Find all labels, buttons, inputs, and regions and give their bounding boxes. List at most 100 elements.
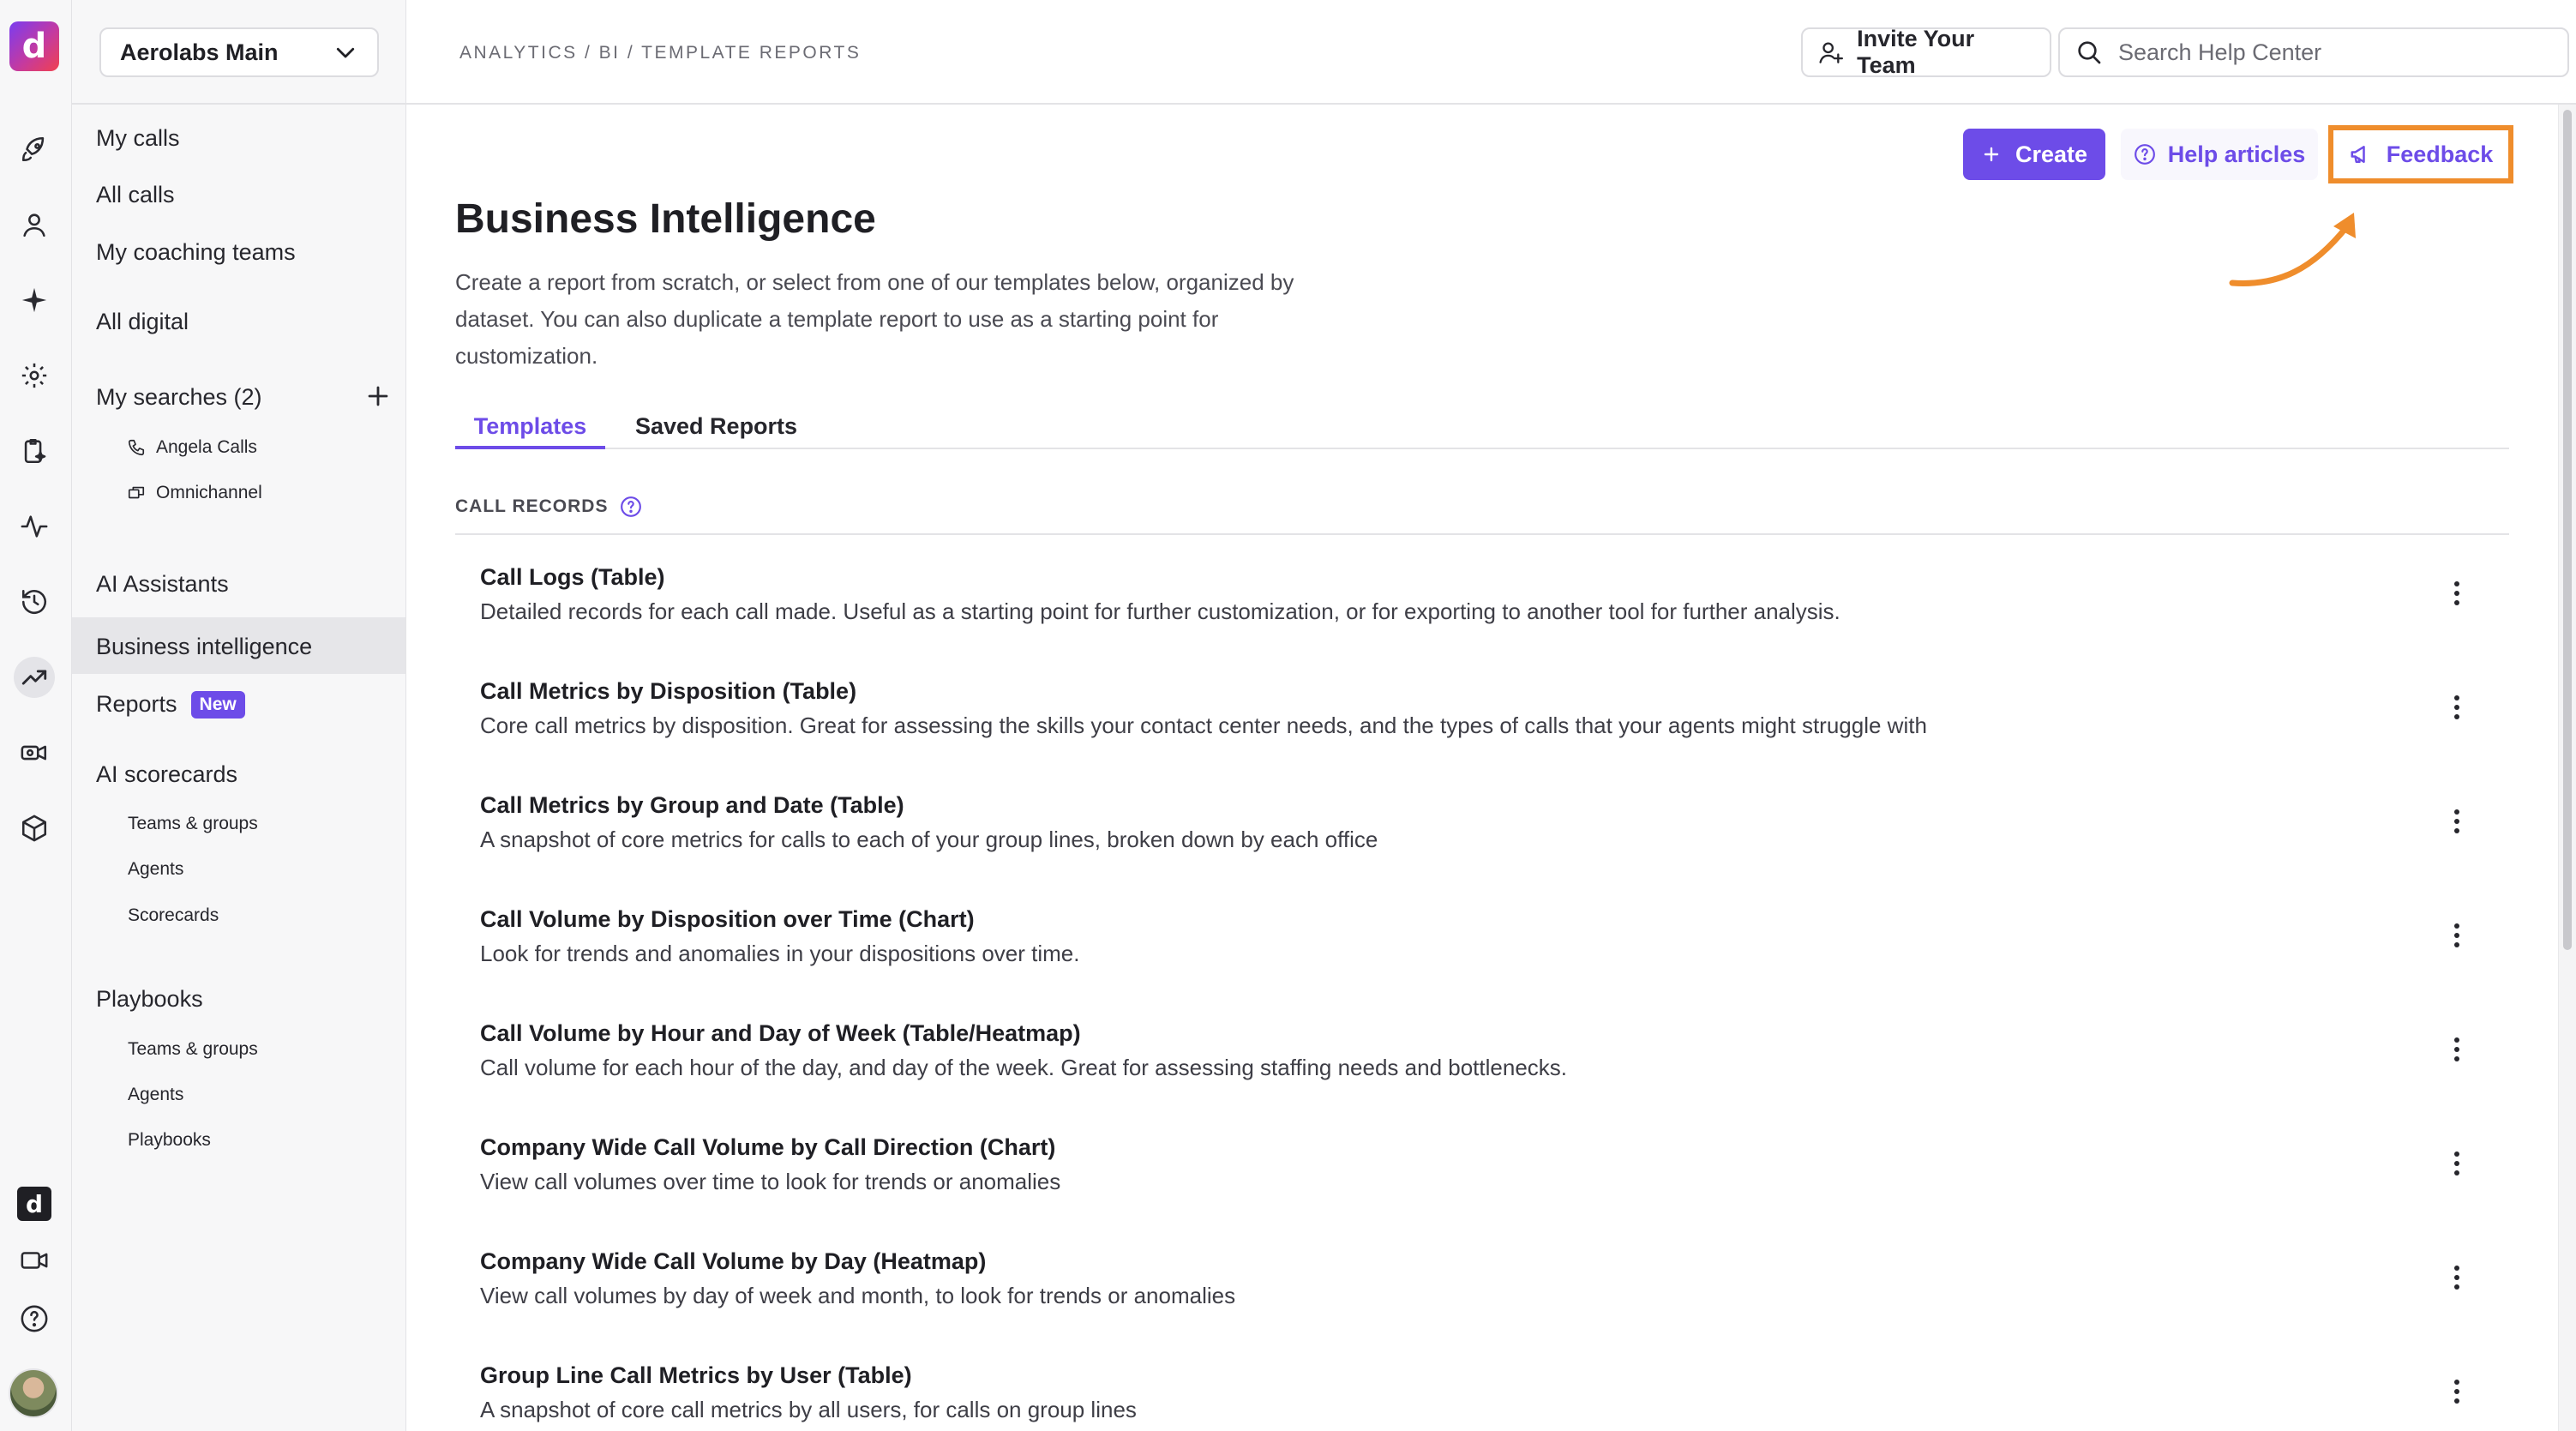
chevron-down-icon xyxy=(336,47,355,58)
workspace-name: Aerolabs Main xyxy=(120,39,279,65)
page-description: Create a report from scratch, or select … xyxy=(455,269,1294,369)
saved-search-label: Angela Calls xyxy=(156,437,257,457)
gear-icon[interactable] xyxy=(14,355,55,396)
more-options-icon[interactable] xyxy=(2448,1146,2465,1181)
main-content: Create Help articles Feedback Business I… xyxy=(406,105,2558,1431)
sidebar-item-scorecards-scorecards[interactable]: Scorecards xyxy=(128,905,219,926)
rocket-icon[interactable] xyxy=(14,129,55,170)
trending-up-icon[interactable] xyxy=(14,657,55,698)
create-button[interactable]: Create xyxy=(1963,129,2105,180)
sidebar-item-my-searches[interactable]: My searches (2) xyxy=(96,384,262,411)
tab-templates[interactable]: Templates xyxy=(455,413,605,449)
report-row[interactable]: Call Logs (Table) Detailed records for e… xyxy=(480,564,2486,667)
more-options-icon[interactable] xyxy=(2448,1374,2465,1409)
report-title[interactable]: Company Wide Call Volume by Day (Heatmap… xyxy=(480,1248,986,1275)
page-title: Business Intelligence xyxy=(455,196,876,242)
search-icon xyxy=(2078,41,2101,64)
help-icon[interactable] xyxy=(14,1298,55,1339)
create-label: Create xyxy=(2015,141,2088,167)
report-title[interactable]: Call Logs (Table) xyxy=(480,564,665,591)
report-row[interactable]: Group Line Call Metrics by User (Table) … xyxy=(480,1362,2486,1431)
video-ai-icon[interactable] xyxy=(14,732,55,773)
report-title[interactable]: Call Metrics by Group and Date (Table) xyxy=(480,792,904,819)
sidebar-item-playbooks[interactable]: Playbooks xyxy=(96,986,203,1013)
more-options-icon[interactable] xyxy=(2448,690,2465,725)
report-title[interactable]: Call Volume by Hour and Day of Week (Tab… xyxy=(480,1020,1081,1047)
sidebar-item-playbooks-teams-groups[interactable]: Teams & groups xyxy=(128,1039,258,1060)
video-icon[interactable] xyxy=(14,1240,55,1281)
report-row[interactable]: Company Wide Call Volume by Call Directi… xyxy=(480,1134,2486,1237)
more-options-icon[interactable] xyxy=(2448,804,2465,839)
report-row[interactable]: Company Wide Call Volume by Day (Heatmap… xyxy=(480,1248,2486,1351)
more-options-icon[interactable] xyxy=(2448,576,2465,610)
report-title[interactable]: Call Metrics by Disposition (Table) xyxy=(480,678,856,705)
saved-search-label: Omnichannel xyxy=(156,483,262,502)
avatar[interactable] xyxy=(9,1368,58,1418)
sidebar-item-ai-assistants[interactable]: AI Assistants xyxy=(96,571,229,598)
section-heading: CALL RECORDS xyxy=(455,496,642,518)
sidebar-item-playbooks-agents[interactable]: Agents xyxy=(128,1085,183,1105)
cube-icon[interactable] xyxy=(14,808,55,849)
tab-saved-reports[interactable]: Saved Reports xyxy=(635,413,797,449)
person-icon[interactable] xyxy=(14,204,55,245)
more-options-icon[interactable] xyxy=(2448,1260,2465,1295)
sidebar-item-label: Reports xyxy=(96,691,177,717)
report-row[interactable]: Call Metrics by Disposition (Table) Core… xyxy=(480,678,2486,781)
report-row[interactable]: Call Volume by Hour and Day of Week (Tab… xyxy=(480,1020,2486,1123)
sidebar-item-scorecards-teams-groups[interactable]: Teams & groups xyxy=(128,814,258,834)
workspace-selector[interactable]: Aerolabs Main xyxy=(99,27,379,77)
top-header: ANALYTICS / BI / TEMPLATE REPORTS Invite… xyxy=(406,0,2576,105)
help-circle-icon xyxy=(2134,144,2155,165)
report-title[interactable]: Group Line Call Metrics by User (Table) xyxy=(480,1362,912,1389)
invite-team-label: Invite Your Team xyxy=(1857,26,1975,78)
sparkle-icon[interactable] xyxy=(14,280,55,321)
app-logo[interactable]: d xyxy=(9,21,59,71)
breadcrumb: ANALYTICS / BI / TEMPLATE REPORTS xyxy=(459,43,862,63)
sidebar-item-playbooks-playbooks[interactable]: Playbooks xyxy=(128,1130,211,1151)
report-row[interactable]: Call Volume by Disposition over Time (Ch… xyxy=(480,906,2486,1009)
search-input[interactable] xyxy=(2118,39,2530,66)
feedback-label: Feedback xyxy=(2386,141,2494,167)
report-title[interactable]: Call Volume by Disposition over Time (Ch… xyxy=(480,906,975,933)
app-window: d d Aerolabs Main My calls All calls My … xyxy=(0,0,2576,1431)
sidebar-item-all-calls[interactable]: All calls xyxy=(96,182,175,208)
plus-icon xyxy=(1984,147,1999,162)
new-badge: New xyxy=(190,691,245,719)
report-description: A snapshot of core metrics for calls to … xyxy=(480,827,1378,852)
dialpad-logo-icon[interactable]: d xyxy=(17,1187,51,1221)
sidebar-item-reports[interactable]: Reports New xyxy=(96,691,245,719)
sidebar-item-scorecards-agents[interactable]: Agents xyxy=(128,859,183,880)
section-divider xyxy=(455,533,2509,535)
section-label: CALL RECORDS xyxy=(455,496,609,516)
report-description: Detailed records for each call made. Use… xyxy=(480,598,1840,624)
saved-search-angela-calls[interactable]: Angela Calls xyxy=(127,437,257,458)
help-search[interactable] xyxy=(2058,27,2569,77)
sidebar-item-ai-scorecards[interactable]: AI scorecards xyxy=(96,761,237,788)
activity-icon[interactable] xyxy=(14,506,55,547)
nav-divider xyxy=(72,103,406,105)
annotation-arrow-icon xyxy=(2229,213,2356,286)
report-row[interactable]: Call Metrics by Group and Date (Table) A… xyxy=(480,792,2486,895)
invite-team-button[interactable]: Invite Your Team xyxy=(1801,26,2051,78)
add-user-icon xyxy=(1819,42,1844,63)
sidebar-item-my-calls[interactable]: My calls xyxy=(96,125,180,152)
report-description: View call volumes by day of week and mon… xyxy=(480,1283,1236,1308)
history-icon[interactable] xyxy=(14,581,55,622)
icon-rail: d d xyxy=(0,0,72,1431)
sidebar-item-all-digital[interactable]: All digital xyxy=(96,309,189,335)
tab-bar: Templates Saved Reports xyxy=(455,413,2509,449)
saved-search-omnichannel[interactable]: Omnichannel xyxy=(127,483,262,503)
feedback-button[interactable]: Feedback xyxy=(2328,125,2513,183)
more-options-icon[interactable] xyxy=(2448,1032,2465,1067)
megaphone-icon xyxy=(2351,146,2365,163)
more-options-icon[interactable] xyxy=(2448,918,2465,953)
scrollbar-thumb[interactable] xyxy=(2563,110,2572,950)
sidebar-item-business-intelligence[interactable]: Business intelligence xyxy=(96,634,312,660)
info-help-icon[interactable] xyxy=(620,496,642,518)
clipboard-sparkle-icon[interactable] xyxy=(14,430,55,472)
report-title[interactable]: Company Wide Call Volume by Call Directi… xyxy=(480,1134,1055,1161)
add-search-icon[interactable] xyxy=(363,382,393,411)
sidebar-item-my-coaching-teams[interactable]: My coaching teams xyxy=(96,239,296,266)
help-articles-button[interactable]: Help articles xyxy=(2121,129,2318,180)
phone-icon xyxy=(128,439,145,456)
